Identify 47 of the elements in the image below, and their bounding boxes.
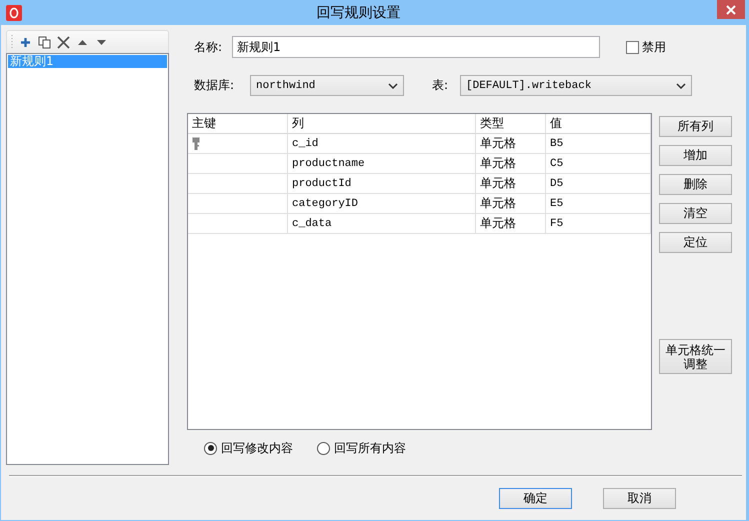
table-cell: F5 (546, 214, 651, 234)
table-cell: B5 (546, 134, 651, 154)
table-label: 表: (432, 77, 450, 94)
table-cell: 单元格 (476, 154, 546, 174)
caret-icon (676, 82, 686, 88)
table-cell: c_data (288, 214, 476, 234)
dialog-button[interactable]: 确定 (499, 488, 572, 509)
table-cell: C5 (546, 154, 651, 174)
name-field[interactable]: 新规则1 (232, 36, 600, 58)
table-cell: c_id (288, 134, 476, 154)
window-title: 回写规则设置 (316, 4, 402, 22)
copy-icon[interactable] (38, 36, 51, 48)
column-header[interactable]: 主键 (188, 114, 288, 134)
caret-icon (388, 82, 398, 88)
table-cell: 单元格 (476, 214, 546, 234)
table-cell: productname (288, 154, 476, 174)
table-cell: 单元格 (476, 134, 546, 154)
table-cell: 单元格 (476, 174, 546, 194)
table-cell: categoryID (288, 194, 476, 214)
checkbox-label[interactable]: 禁用 (642, 38, 666, 56)
radio-label[interactable]: 回写修改内容 (221, 440, 293, 456)
database-label: 数据库: (193, 77, 236, 94)
column-header[interactable]: 值 (546, 114, 651, 134)
table-cell: D5 (546, 174, 651, 194)
add-icon[interactable] (19, 36, 32, 48)
table-dropdown[interactable]: [DEFAULT].writeback (460, 75, 692, 96)
delete-icon[interactable] (57, 36, 70, 48)
side-button[interactable]: 所有列 (659, 116, 732, 137)
table-cell: 单元格 (476, 194, 546, 214)
unify-button[interactable]: 单元格统一调整 (659, 339, 732, 374)
side-button[interactable]: 删除 (659, 174, 732, 195)
app-logo-icon (6, 4, 22, 20)
side-button[interactable]: 清空 (659, 203, 732, 224)
side-button[interactable]: 定位 (659, 232, 732, 253)
radio-label[interactable]: 回写所有内容 (334, 440, 406, 456)
key-icon (192, 136, 200, 150)
checkbox[interactable] (626, 40, 639, 54)
dialog-button[interactable]: 取消 (603, 488, 676, 509)
column-header[interactable]: 列 (288, 114, 476, 134)
table-cell: E5 (546, 194, 651, 214)
column-header[interactable]: 类型 (476, 114, 546, 134)
radio-button[interactable] (317, 442, 330, 454)
side-button[interactable]: 增加 (659, 145, 732, 166)
name-label: 名称: (193, 38, 224, 56)
database-dropdown[interactable]: northwind (250, 75, 404, 96)
table-cell: productId (288, 174, 476, 194)
radio-button[interactable] (204, 442, 217, 454)
